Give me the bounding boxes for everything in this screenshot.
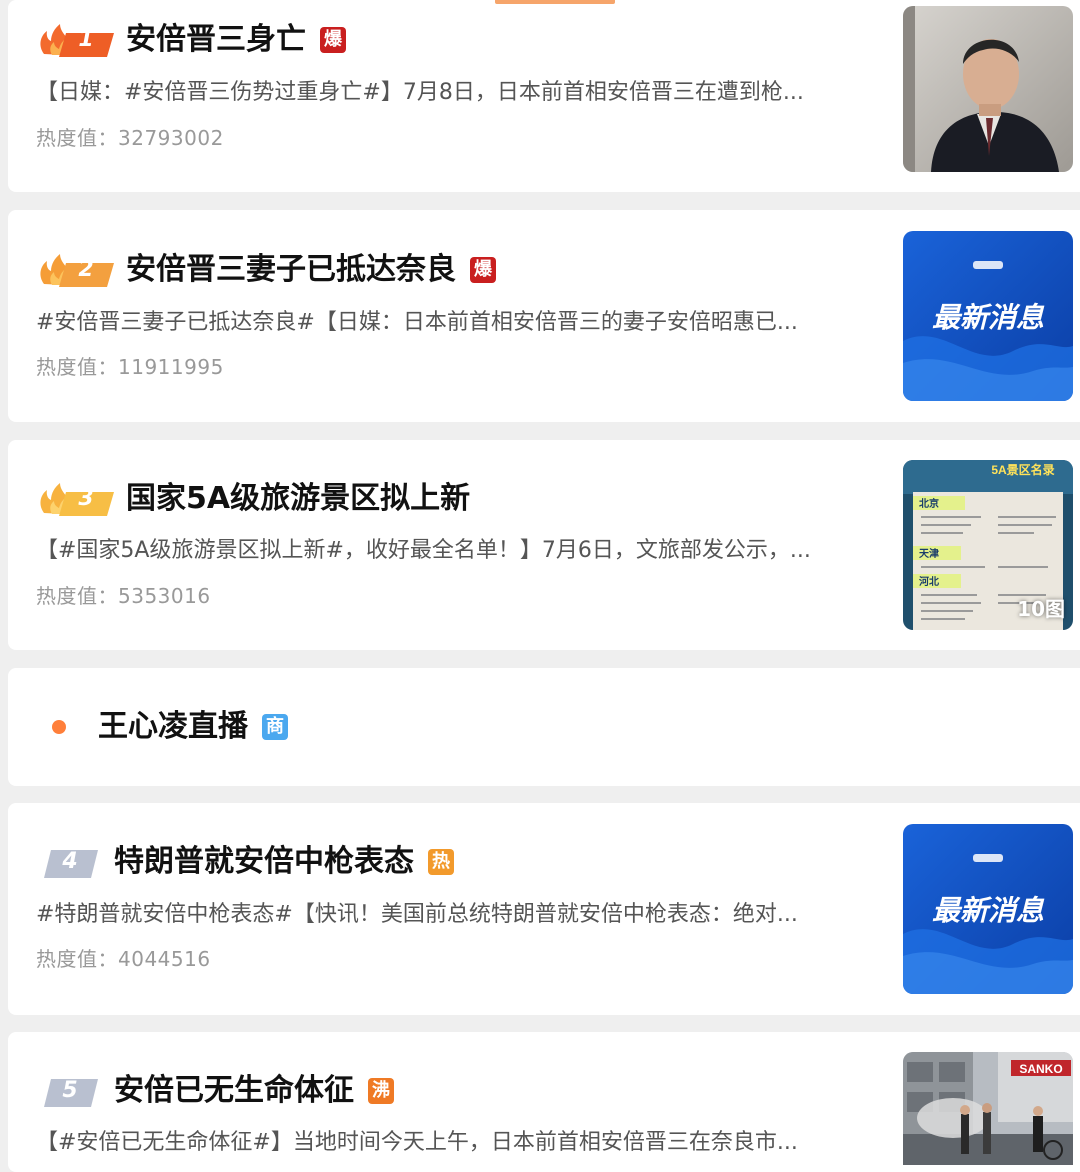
item-summary[interactable]: 【日媒：#安倍晋三伤势过重身亡#】7月8日，日本前首相安倍晋三在遭到枪...: [36, 77, 878, 109]
heat-number: 4044516: [118, 947, 211, 971]
heat-number: 32793002: [118, 126, 224, 150]
rank-badge-5: 5: [36, 1071, 104, 1111]
hot-search-item-1[interactable]: 1 安倍晋三身亡 爆 【日媒：#安倍晋三伤势过重身亡#】7月8日，日本前首相安倍…: [8, 0, 1080, 192]
thumbnail-text: 最新消息: [932, 302, 1045, 333]
rank-number: 5: [62, 1078, 78, 1103]
item-title[interactable]: 特朗普就安倍中枪表态: [114, 840, 414, 884]
hot-level-badge: 爆: [470, 257, 496, 283]
thumbnail-label: 天津: [919, 547, 939, 560]
item-title[interactable]: 安倍已无生命体征: [114, 1069, 354, 1113]
heat-label: 热度值：: [36, 584, 118, 608]
heat-label: 热度值：: [36, 355, 118, 379]
news-thumbnail[interactable]: 最新消息: [903, 231, 1073, 401]
thumbnail-label: 河北: [919, 575, 939, 588]
heat-value: 热度值：5353016: [36, 582, 211, 610]
hot-search-item-3[interactable]: 3 国家5A级旅游景区拟上新 【#国家5A级旅游景区拟上新#，收好最全名单！】7…: [8, 440, 1080, 650]
rank-badge-2: 2: [36, 250, 116, 290]
hot-search-item-5[interactable]: 5 安倍已无生命体征 沸 【#安倍已无生命体征#】当地时间今天上午，日本前首相安…: [8, 1032, 1080, 1172]
heat-label: 热度值：: [36, 126, 118, 150]
news-thumbnail[interactable]: 最新消息: [903, 824, 1073, 994]
item-summary[interactable]: #特朗普就安倍中枪表态#【快讯！美国前总统特朗普就安倍中枪表态：绝对...: [36, 899, 878, 931]
item-title[interactable]: 安倍晋三身亡: [126, 18, 306, 62]
hot-search-item-2[interactable]: 2 安倍晋三妻子已抵达奈良 爆 #安倍晋三妻子已抵达奈良#【日媒：日本前首相安倍…: [8, 210, 1080, 422]
thumbnail-text: SANKO: [1019, 1062, 1062, 1076]
portrait-thumbnail[interactable]: [903, 6, 1073, 172]
heat-number: 11911995: [118, 355, 224, 379]
rank-number: 3: [78, 486, 94, 511]
live-item[interactable]: 王心凌直播 商: [8, 668, 1080, 786]
thumbnail-label: 5A景区名录: [991, 462, 1054, 477]
rank-number: 2: [78, 257, 94, 282]
rank-number: 1: [78, 27, 94, 52]
rank-badge-3: 3: [36, 479, 116, 519]
hot-level-badge: 热: [428, 849, 454, 875]
commercial-badge: 商: [262, 714, 288, 740]
rank-number: 4: [62, 849, 78, 874]
heat-label: 热度值：: [36, 947, 118, 971]
thumbnail-label: 北京: [919, 497, 939, 510]
item-summary[interactable]: 【#国家5A级旅游景区拟上新#，收好最全名单！】7月6日，文旅部发公示，...: [36, 535, 878, 567]
scenic-list-thumbnail[interactable]: 5A景区名录 北京 天津 河北 10图: [903, 460, 1073, 630]
rank-badge-4: 4: [36, 842, 104, 882]
live-dot-icon: [52, 720, 66, 734]
item-summary[interactable]: #安倍晋三妻子已抵达奈良#【日媒：日本前首相安倍晋三的妻子安倍昭惠已...: [36, 307, 878, 339]
heat-value: 热度值：4044516: [36, 945, 211, 973]
hot-level-badge: 爆: [320, 27, 346, 53]
image-count-badge: 10图: [1017, 597, 1065, 621]
street-photo-thumbnail[interactable]: SANKO: [903, 1052, 1073, 1165]
top-tab-indicator: [495, 0, 615, 4]
heat-number: 5353016: [118, 584, 211, 608]
hot-search-item-4[interactable]: 4 特朗普就安倍中枪表态 热 #特朗普就安倍中枪表态#【快讯！美国前总统特朗普就…: [8, 803, 1080, 1015]
hot-level-badge: 沸: [368, 1078, 394, 1104]
heat-value: 热度值：11911995: [36, 353, 224, 381]
heat-value: 热度值：32793002: [36, 124, 224, 152]
item-title[interactable]: 国家5A级旅游景区拟上新: [126, 477, 470, 521]
thumbnail-text: 最新消息: [932, 895, 1045, 926]
live-title[interactable]: 王心凌直播: [98, 705, 248, 749]
rank-badge-1: 1: [36, 20, 116, 60]
item-title[interactable]: 安倍晋三妻子已抵达奈良: [126, 248, 456, 292]
item-summary[interactable]: 【#安倍已无生命体征#】当地时间今天上午，日本前首相安倍晋三在奈良市...: [36, 1127, 878, 1159]
